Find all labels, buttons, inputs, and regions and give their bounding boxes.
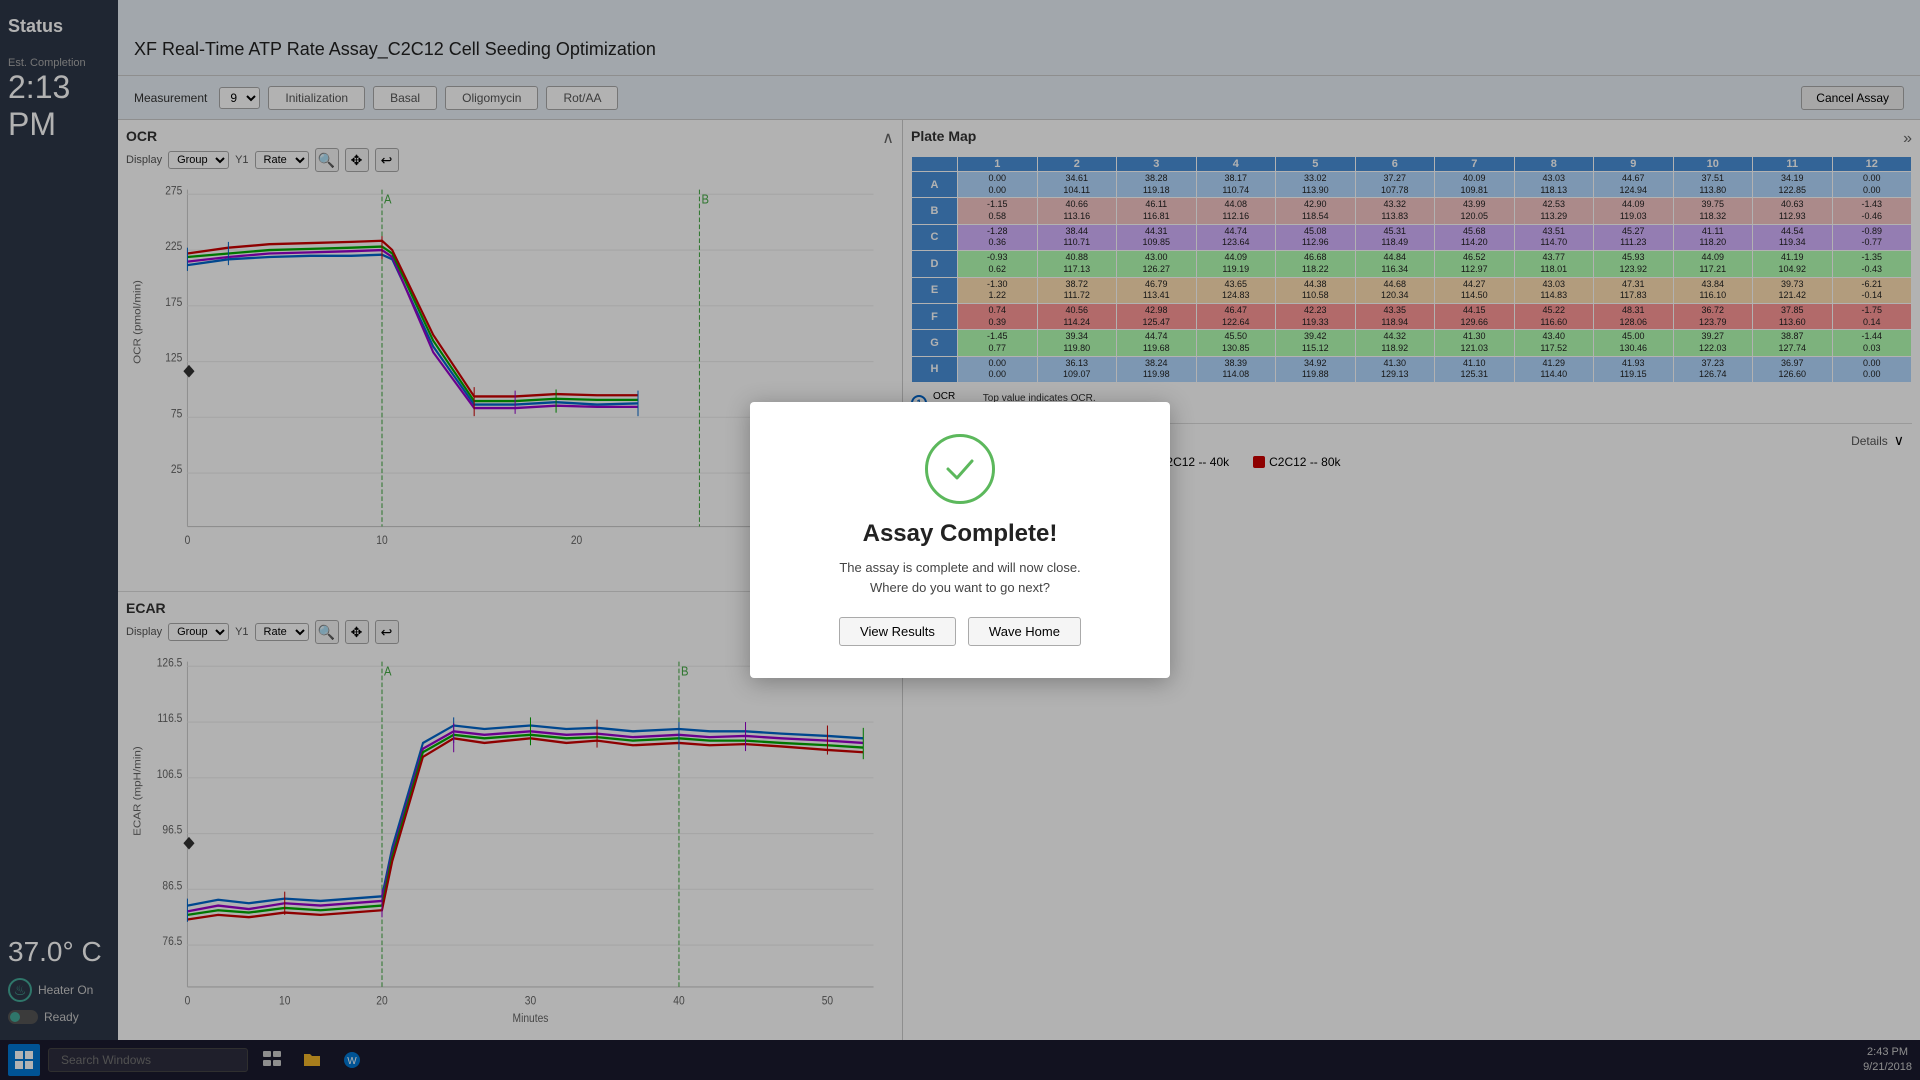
assay-complete-modal: Assay Complete! The assay is complete an… bbox=[750, 402, 1170, 678]
modal-body: The assay is complete and will now close… bbox=[790, 558, 1130, 597]
modal-buttons: View Results Wave Home bbox=[790, 617, 1130, 646]
modal-check-icon bbox=[925, 434, 995, 504]
view-results-button[interactable]: View Results bbox=[839, 617, 956, 646]
wave-home-button[interactable]: Wave Home bbox=[968, 617, 1081, 646]
modal-overlay: Assay Complete! The assay is complete an… bbox=[0, 0, 1920, 1080]
modal-title: Assay Complete! bbox=[790, 520, 1130, 548]
